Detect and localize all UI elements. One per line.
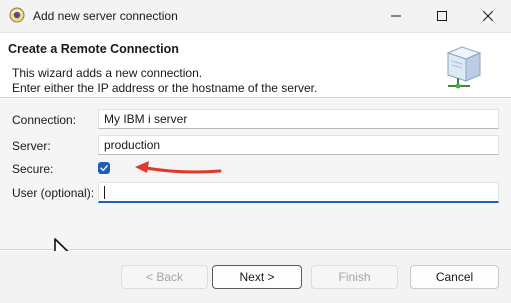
user-label: User (optional):: [12, 186, 95, 200]
connection-value: My IBM i server: [104, 112, 188, 126]
maximize-button[interactable]: [419, 0, 465, 32]
server-icon: [446, 46, 482, 89]
secure-label: Secure:: [12, 162, 54, 176]
next-button[interactable]: Next >: [212, 265, 302, 289]
server-label: Server:: [12, 139, 51, 153]
connection-label: Connection:: [12, 113, 77, 127]
connection-input[interactable]: My IBM i server: [98, 109, 499, 129]
back-button[interactable]: < Back: [121, 265, 208, 289]
connection-form: Connection: My IBM i server Server: prod…: [0, 99, 511, 266]
button-bar: < Back Next > Finish Cancel: [0, 251, 511, 303]
secure-checkbox[interactable]: [98, 162, 110, 174]
wizard-title: Create a Remote Connection: [8, 42, 179, 56]
wizard-banner: Create a Remote Connection This wizard a…: [0, 32, 511, 98]
user-input[interactable]: [98, 182, 499, 203]
close-icon: [482, 10, 494, 22]
maximize-icon: [437, 11, 447, 21]
cancel-button[interactable]: Cancel: [410, 265, 499, 289]
text-caret: [104, 186, 105, 200]
minimize-icon: [391, 15, 401, 17]
title-bar: Add new server connection: [0, 0, 511, 32]
window-title: Add new server connection: [33, 9, 178, 23]
finish-button[interactable]: Finish: [311, 265, 398, 289]
wizard-description: This wizard adds a new connection. Enter…: [12, 66, 317, 96]
wizard-description-line: Enter either the IP address or the hostn…: [12, 81, 318, 95]
server-input[interactable]: production: [98, 135, 499, 155]
server-value: production: [104, 138, 161, 152]
minimize-button[interactable]: [373, 0, 419, 32]
checkmark-icon: [100, 165, 108, 171]
eclipse-app-icon: [9, 7, 25, 23]
red-arrow-icon: [135, 161, 222, 174]
wizard-description-line: This wizard adds a new connection.: [12, 66, 203, 80]
close-button[interactable]: [465, 0, 511, 32]
